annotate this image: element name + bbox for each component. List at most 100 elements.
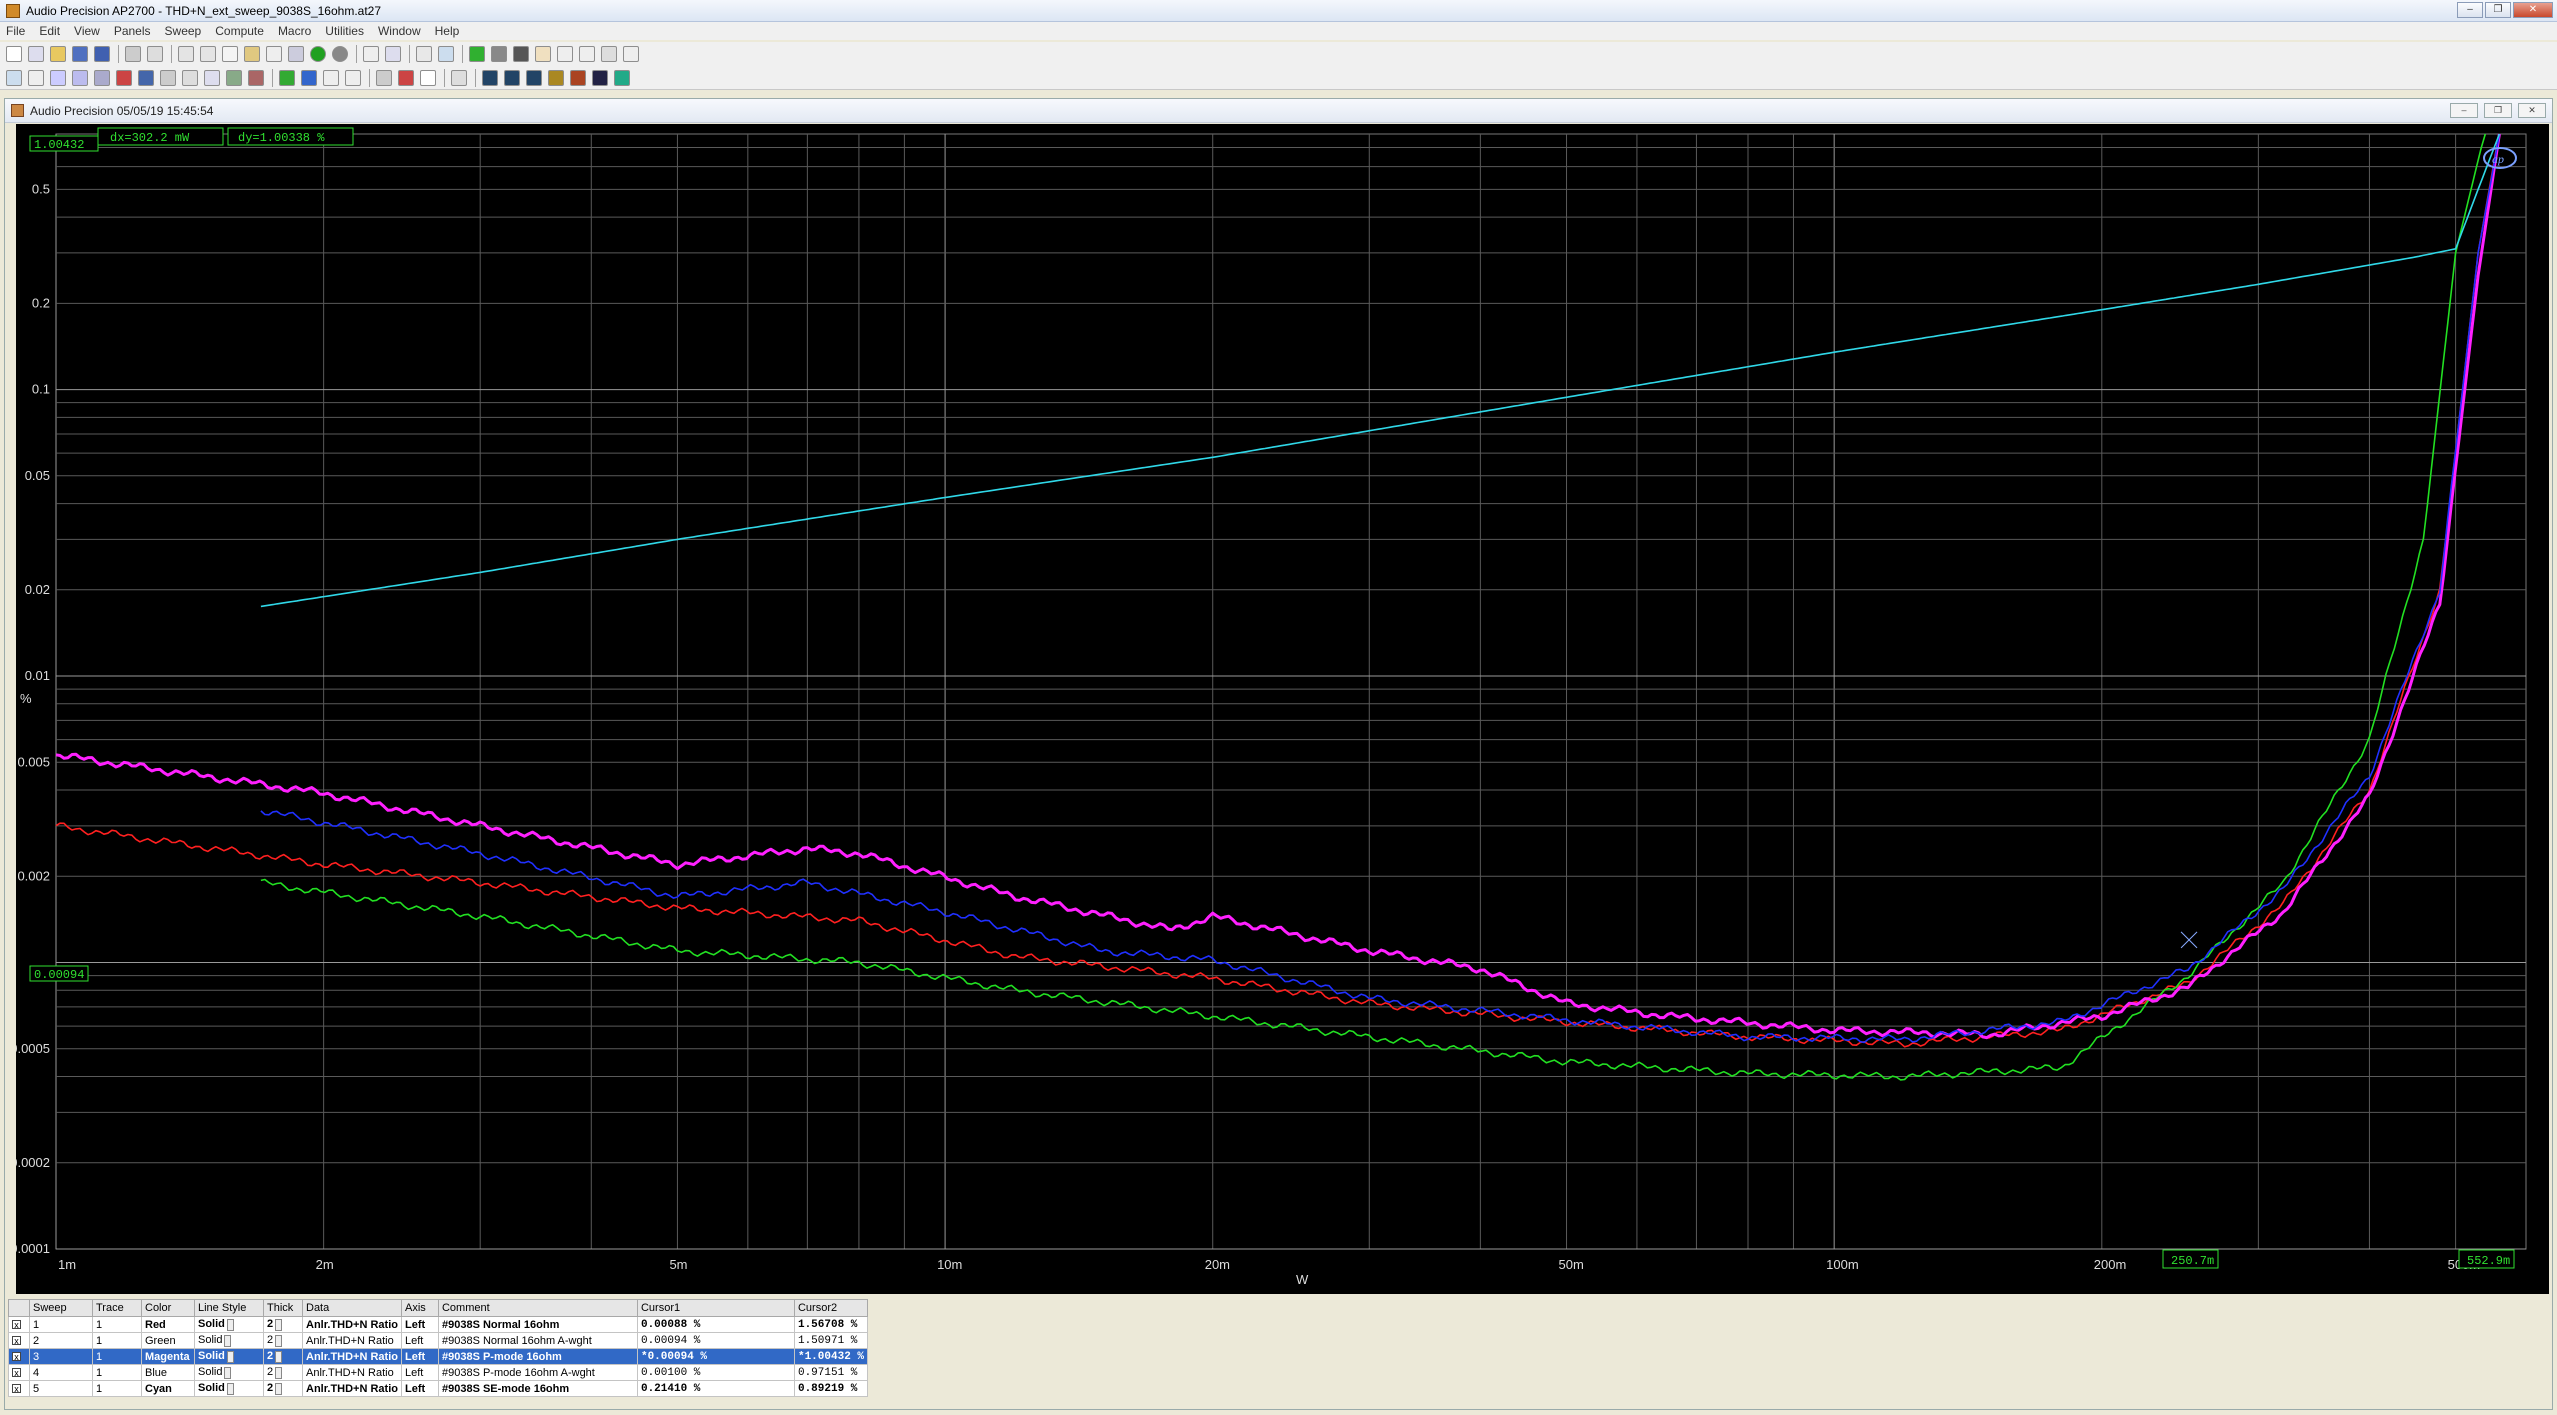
col-cursor1[interactable]: Cursor1: [636, 1299, 795, 1317]
cell-data[interactable]: Anlr.THD+N Ratio: [302, 1348, 402, 1365]
panel-icon[interactable]: [385, 46, 401, 62]
menu-view[interactable]: View: [68, 24, 108, 38]
new-test-icon[interactable]: [28, 46, 44, 62]
table-row[interactable]: x 3 1 Magenta Solid 2 Anlr.THD+N Ratio Left #903…: [8, 1348, 869, 1365]
sweep-icon[interactable]: [28, 69, 44, 86]
graph-icon[interactable]: [6, 69, 22, 86]
cell-data[interactable]: Anlr.THD+N Ratio: [302, 1380, 402, 1397]
regulation-icon[interactable]: [226, 69, 242, 86]
cell-color[interactable]: Magenta: [141, 1348, 195, 1365]
open-icon[interactable]: [50, 46, 66, 62]
undo-icon[interactable]: [178, 46, 194, 62]
dropdown-arrow-icon[interactable]: [224, 1334, 232, 1347]
cell-line-style[interactable]: Solid: [194, 1380, 264, 1397]
digital-io-icon[interactable]: [182, 69, 198, 86]
table-row[interactable]: x 2 1 Green Solid 2 Anlr.THD+N Ratio Left #9038S…: [8, 1332, 869, 1349]
menu-window[interactable]: Window: [372, 24, 429, 38]
cell-line-style[interactable]: Solid: [194, 1332, 264, 1349]
cell-data[interactable]: Anlr.THD+N Ratio: [302, 1332, 402, 1349]
cell-thick[interactable]: 2: [263, 1364, 303, 1381]
col-cursor2[interactable]: Cursor2: [793, 1299, 869, 1317]
panel-5-icon[interactable]: [570, 69, 586, 86]
dropdown-arrow-icon[interactable]: [275, 1334, 283, 1347]
col-color[interactable]: Color: [141, 1299, 195, 1317]
row-checkbox[interactable]: x: [8, 1348, 30, 1365]
marker-icon[interactable]: [601, 46, 617, 62]
menu-utilities[interactable]: Utilities: [319, 24, 372, 38]
stop-icon[interactable]: [513, 46, 529, 62]
cell-axis[interactable]: Left: [400, 1348, 439, 1365]
find-icon[interactable]: [363, 46, 379, 62]
hand-icon[interactable]: [535, 46, 551, 62]
graph-canvas[interactable]: 1m2m5m10m20m50m100m200m500m0.50.20.10.05…: [16, 124, 2549, 1294]
cell-data[interactable]: Anlr.THD+N Ratio: [302, 1316, 402, 1333]
cell-thick[interactable]: 2: [263, 1332, 303, 1349]
graph-options-icon[interactable]: [416, 46, 432, 62]
table-icon[interactable]: [345, 69, 361, 86]
play-icon[interactable]: [469, 46, 485, 62]
menu-panels[interactable]: Panels: [108, 24, 159, 38]
cell-thick[interactable]: 2: [263, 1380, 303, 1397]
cell-comment[interactable]: #9038S Normal 16ohm: [437, 1316, 638, 1333]
paste-icon[interactable]: [244, 46, 260, 62]
panel-6-icon[interactable]: [592, 69, 608, 86]
cell-comment[interactable]: #9038S P-mode 16ohm: [437, 1348, 638, 1365]
row-checkbox[interactable]: x: [8, 1316, 30, 1333]
cell-axis[interactable]: Left: [400, 1316, 439, 1333]
panel-3-icon[interactable]: [526, 69, 542, 86]
monitor-icon[interactable]: [204, 69, 220, 86]
glasses-icon[interactable]: [557, 46, 573, 62]
col-data[interactable]: Data: [302, 1299, 402, 1317]
close-button[interactable]: ✕: [2513, 2, 2553, 18]
analyzer-icon[interactable]: [50, 69, 66, 86]
row-checkbox[interactable]: x: [8, 1364, 30, 1381]
cell-color[interactable]: Cyan: [141, 1380, 195, 1397]
dropdown-arrow-icon[interactable]: [275, 1366, 283, 1379]
menu-macro[interactable]: Macro: [272, 24, 319, 38]
bar-graph-icon[interactable]: [248, 69, 264, 86]
print-icon[interactable]: [125, 46, 141, 62]
menu-edit[interactable]: Edit: [33, 24, 68, 38]
panel-4-icon[interactable]: [548, 69, 564, 86]
grid-icon[interactable]: [420, 69, 436, 86]
col-axis[interactable]: Axis: [400, 1299, 439, 1317]
cell-axis[interactable]: Left: [400, 1332, 439, 1349]
cell-comment[interactable]: #9038S Normal 16ohm A-wght: [437, 1332, 638, 1349]
panel-bar-icon[interactable]: [451, 69, 467, 86]
dropdown-arrow-icon[interactable]: [275, 1382, 283, 1395]
thd-n-graph[interactable]: 1m2m5m10m20m50m100m200m500m0.50.20.10.05…: [12, 124, 2549, 1294]
meter-icon[interactable]: [376, 69, 392, 86]
minimize-button[interactable]: –: [2457, 2, 2483, 18]
cell-axis[interactable]: Left: [400, 1380, 439, 1397]
child-restore-button[interactable]: ❐: [2484, 103, 2512, 118]
save-icon[interactable]: [72, 46, 88, 62]
dropdown-arrow-icon[interactable]: [275, 1350, 283, 1363]
cell-comment[interactable]: #9038S SE-mode 16ohm: [437, 1380, 638, 1397]
col-comment[interactable]: Comment: [437, 1299, 638, 1317]
cursor-icon[interactable]: [579, 46, 595, 62]
col-trace[interactable]: Trace: [92, 1299, 142, 1317]
arrow-down-icon[interactable]: [301, 69, 317, 86]
cell-line-style[interactable]: Solid: [194, 1364, 264, 1381]
panel-7-icon[interactable]: [614, 69, 630, 86]
menu-sweep[interactable]: Sweep: [159, 24, 210, 38]
arrow-right-icon[interactable]: [279, 69, 295, 86]
dropdown-arrow-icon[interactable]: [226, 1382, 234, 1395]
cell-color[interactable]: Blue: [141, 1364, 195, 1381]
copy-icon[interactable]: [222, 46, 238, 62]
menu-help[interactable]: Help: [429, 24, 468, 38]
export-icon[interactable]: [623, 46, 639, 62]
chart-icon[interactable]: [323, 69, 339, 86]
cell-comment[interactable]: #9038S P-mode 16ohm A-wght: [437, 1364, 638, 1381]
child-minimize-button[interactable]: –: [2450, 103, 2478, 118]
cell-line-style[interactable]: Solid: [194, 1316, 264, 1333]
print-preview-icon[interactable]: [147, 46, 163, 62]
delete-icon[interactable]: [266, 46, 282, 62]
generator-icon[interactable]: [72, 69, 88, 86]
go-icon[interactable]: [310, 46, 326, 62]
dsp-icon[interactable]: [138, 69, 154, 86]
row-checkbox[interactable]: x: [8, 1332, 30, 1349]
properties-icon[interactable]: [288, 46, 304, 62]
cut-icon[interactable]: [200, 46, 216, 62]
filter-icon[interactable]: [94, 69, 110, 86]
